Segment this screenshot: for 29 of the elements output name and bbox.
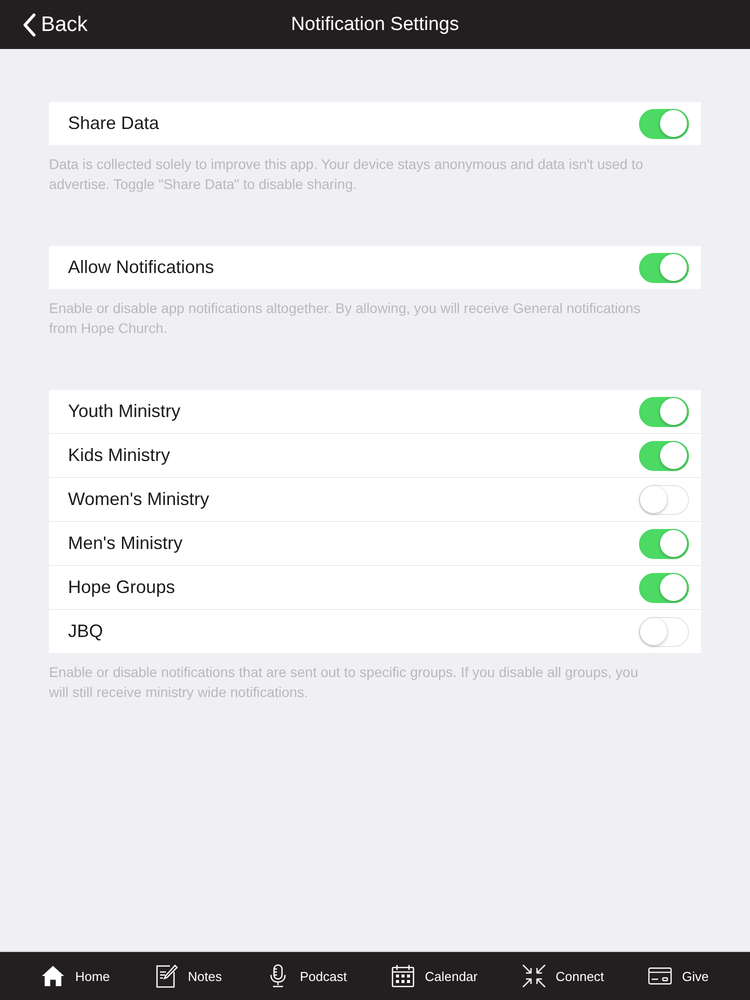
toggle-switch[interactable] xyxy=(639,396,689,426)
row-label: Women's Ministry xyxy=(68,489,210,510)
nav-title: Notification Settings xyxy=(291,14,459,36)
toggle-switch[interactable] xyxy=(639,108,689,138)
back-button[interactable]: Back xyxy=(20,10,90,40)
toggle-switch[interactable] xyxy=(639,616,689,646)
row-label: JBQ xyxy=(68,621,104,642)
house-icon xyxy=(41,964,66,988)
row-label: Hope Groups xyxy=(68,577,176,598)
tab-item[interactable]: Notes xyxy=(154,964,222,988)
calendar-icon xyxy=(390,964,415,988)
notepad-pencil-icon xyxy=(154,964,178,988)
row-label: Men's Ministry xyxy=(68,533,182,554)
tab-item[interactable]: Podcast xyxy=(266,964,347,988)
tab-item[interactable]: Give xyxy=(648,964,709,988)
toggle-switch[interactable] xyxy=(639,528,689,558)
row-label: Share Data xyxy=(68,113,160,134)
chevron-left-icon xyxy=(22,13,36,37)
toggle-switch[interactable] xyxy=(639,572,689,602)
tab-item[interactable]: Calendar xyxy=(390,964,478,988)
tab-item[interactable]: Connect xyxy=(522,964,604,988)
toggle-switch[interactable] xyxy=(639,252,689,282)
tab-item[interactable]: Home xyxy=(41,964,110,988)
toggle-switch[interactable] xyxy=(639,484,689,514)
row-label: Allow Notifications xyxy=(68,257,214,278)
toggle-switch[interactable] xyxy=(639,440,689,470)
row-label: Kids Ministry xyxy=(68,445,170,466)
row-label: Youth Ministry xyxy=(68,401,180,422)
inward-arrows-icon xyxy=(522,964,546,988)
